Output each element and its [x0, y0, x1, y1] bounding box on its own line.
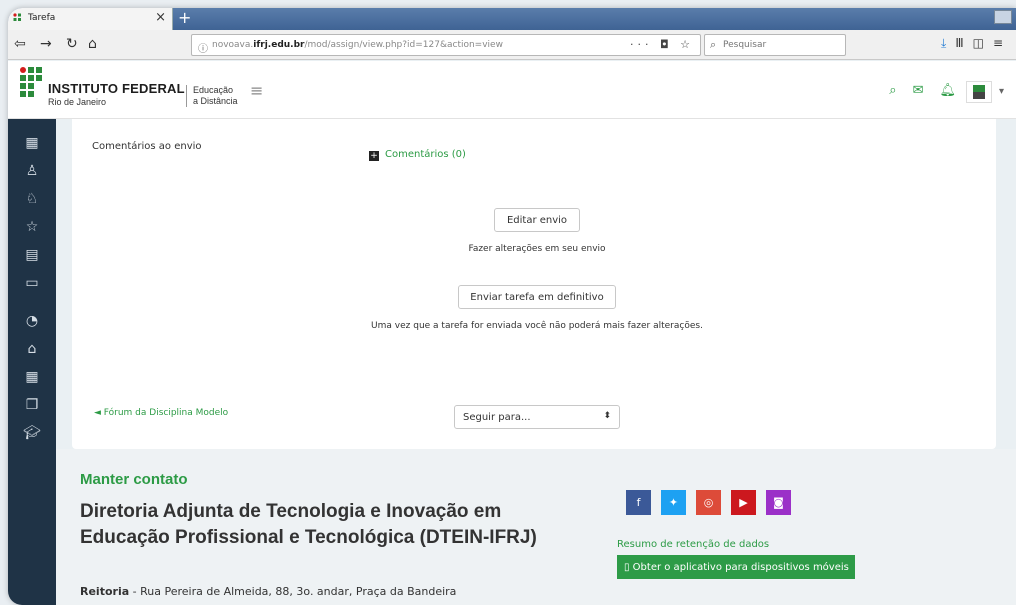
favicon-icon [13, 13, 21, 21]
instagram-icon[interactable]: ◙ [766, 490, 791, 515]
comments-label: Comentários ao envio [92, 141, 202, 152]
browser-window: Tarefa × + ⇦ → ↻ ⌂ ⓘ novoava.ifrj.edu.br… [8, 8, 1016, 605]
home-icon[interactable]: ⌂ [88, 36, 97, 52]
unit-name: Educação a Distância [186, 85, 238, 107]
jump-to-value: Seguir para... [463, 412, 531, 423]
header-icons: ⌕ ✉ 🔔︎ [873, 83, 956, 98]
institution-brand[interactable]: INSTITUTO FEDERAL Rio de Janeiro [48, 81, 185, 107]
files-icon[interactable]: ❐ [22, 395, 42, 415]
forward-icon[interactable]: → [40, 36, 52, 52]
previous-activity-link[interactable]: ◄ Fórum da Disciplina Modelo [94, 408, 228, 418]
google-plus-icon[interactable]: ◎ [696, 490, 721, 515]
browser-toolbar-icons: ⤓Ⅲ◫≡ [941, 36, 1012, 51]
download-icon[interactable]: ⤓ [941, 36, 955, 50]
campus-name: Rio de Janeiro [48, 97, 107, 107]
close-tab-icon[interactable]: × [155, 10, 166, 25]
edit-note: Fazer alterações em seu envio [468, 244, 606, 254]
if-logo-icon[interactable] [20, 67, 42, 109]
page-footer: Manter contato Diretoria Adjunta de Tecn… [56, 449, 1016, 605]
mail-icon[interactable]: ✉ [913, 83, 924, 98]
submission-card: Comentários ao envio + Comentários (0) Ed… [72, 119, 996, 449]
new-tab-button[interactable]: + [178, 8, 191, 27]
youtube-icon[interactable]: ▶ [731, 490, 756, 515]
left-sidebar: ▦ ♙ ♘ ☆ ▤ ▭ ◔ ⌂ ▦ ❐ 🎓︎ [8, 119, 56, 605]
badges-icon[interactable]: ♘ [22, 189, 42, 209]
search-icon[interactable]: ⌕ [889, 83, 896, 98]
reload-icon[interactable]: ↻ [66, 36, 78, 52]
plus-icon: + [369, 151, 379, 161]
institution-name: INSTITUTO FEDERAL [48, 81, 185, 96]
dashboard-icon[interactable]: ▦ [22, 133, 42, 153]
search-icon: ⌕ [710, 38, 717, 51]
submit-note: Uma vez que a tarefa for enviada você nã… [371, 321, 703, 331]
dashboard-gauge-icon[interactable]: ◔ [22, 311, 42, 331]
navigation-bar: ⇦ → ↻ ⌂ ⓘ novoava.ifrj.edu.br/mod/assign… [8, 30, 1016, 60]
sidebar-toggle-icon[interactable]: ◫ [973, 36, 993, 50]
bell-icon[interactable]: 🔔︎ [939, 83, 956, 98]
courses-icon[interactable]: 🎓︎ [22, 423, 42, 443]
select-arrows-icon: ⬍ [603, 411, 611, 421]
footer-address: Reitoria - Rua Pereira de Almeida, 88, 3… [80, 585, 456, 598]
calendar-icon[interactable]: ▦ [22, 367, 42, 387]
footer-heading: Manter contato [80, 471, 188, 488]
browser-search-input[interactable] [723, 38, 841, 52]
chevron-down-icon[interactable]: ▾ [999, 86, 1004, 97]
footer-organization: Diretoria Adjunta de Tecnologia e Inovaç… [80, 501, 537, 548]
folder-icon[interactable]: ▭ [22, 273, 42, 293]
jump-to-select[interactable]: Seguir para... ⬍ [454, 405, 620, 429]
url-text[interactable]: novoava.ifrj.edu.br/mod/assign/view.php?… [212, 40, 503, 50]
submit-assignment-button[interactable]: Enviar tarefa em definitivo [458, 285, 616, 309]
comments-link-text: Comentários (0) [385, 149, 466, 160]
user-avatar[interactable] [966, 81, 992, 103]
twitter-icon[interactable]: ✦ [661, 490, 686, 515]
data-retention-link[interactable]: Resumo de retenção de dados [617, 539, 769, 550]
back-icon[interactable]: ⇦ [14, 36, 26, 52]
library-icon[interactable]: Ⅲ [955, 36, 972, 50]
site-header: INSTITUTO FEDERAL Rio de Janeiro Educaçã… [8, 61, 1016, 119]
facebook-icon[interactable]: f [626, 490, 651, 515]
edit-submission-button[interactable]: Editar envio [494, 208, 580, 232]
menu-icon[interactable]: ≡ [993, 36, 1012, 50]
competencies-icon[interactable]: ☆ [22, 217, 42, 237]
unit-line-2: a Distância [193, 96, 238, 106]
address-text: - Rua Pereira de Almeida, 88, 3o. andar,… [129, 585, 457, 598]
page-actions-icon[interactable]: ··· ◘ ☆ [630, 38, 694, 51]
grades-icon[interactable]: ▤ [22, 245, 42, 265]
tab-title: Tarefa [28, 13, 56, 23]
browser-tab[interactable]: Tarefa × [8, 8, 173, 30]
window-controls[interactable] [994, 10, 1012, 24]
browser-search-bar[interactable]: ⌕ [704, 34, 846, 56]
address-bar[interactable]: ⓘ novoava.ifrj.edu.br/mod/assign/view.ph… [191, 34, 701, 56]
hamburger-menu-icon[interactable]: ≡ [250, 81, 263, 100]
mobile-app-button[interactable]: ▯ Obter o aplicativo para dispositivos m… [617, 555, 855, 579]
home-icon[interactable]: ⌂ [22, 339, 42, 359]
comments-link[interactable]: + Comentários (0) [369, 149, 466, 161]
site-info-icon[interactable]: ⓘ [198, 40, 208, 55]
tab-bar: Tarefa × + [8, 8, 1016, 30]
address-label: Reitoria [80, 585, 130, 598]
unit-line-1: Educação [193, 85, 234, 95]
participants-icon[interactable]: ♙ [22, 161, 42, 181]
